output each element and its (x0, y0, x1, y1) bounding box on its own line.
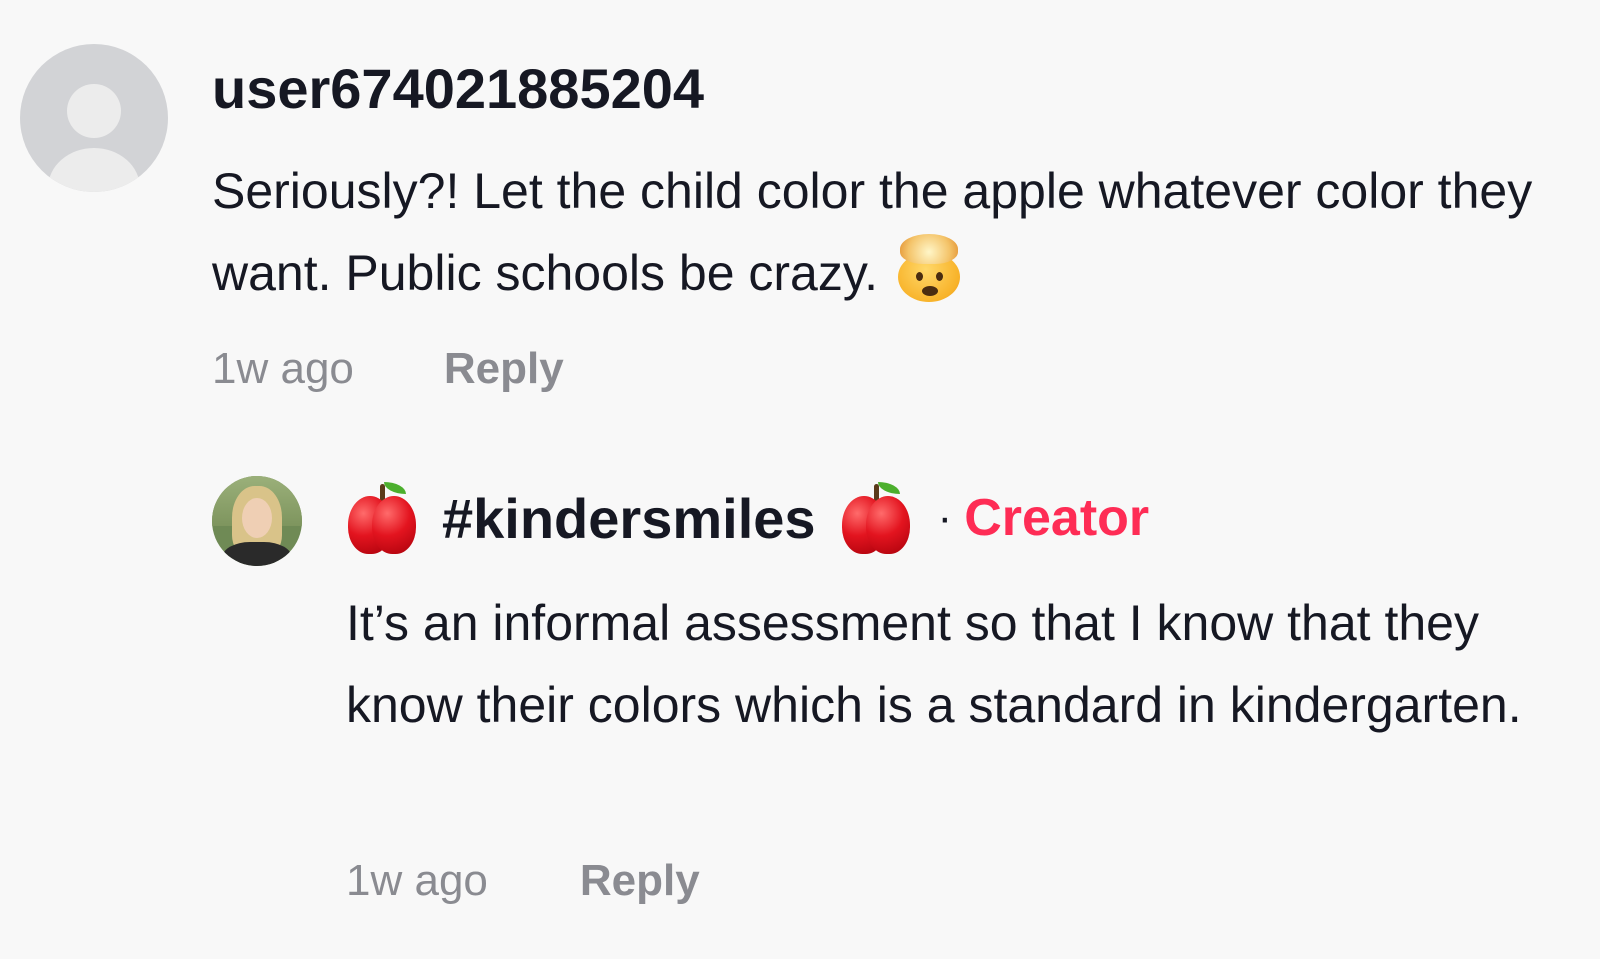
reply-reply-button[interactable]: Reply (580, 856, 700, 906)
creator-avatar[interactable] (212, 476, 302, 566)
reply-timestamp: 1w ago (346, 856, 488, 905)
comment-text: Seriously?! Let the child color the appl… (212, 163, 1533, 301)
comment-username[interactable]: user674021885204 (212, 56, 704, 121)
reply-meta: 1w ago Reply (346, 856, 700, 906)
red-apple-emoji-icon (346, 480, 418, 556)
comment-body: Seriously?! Let the child color the appl… (212, 150, 1552, 314)
comment-reply-button[interactable]: Reply (444, 344, 564, 394)
creator-badge: Creator (964, 489, 1150, 547)
user-avatar-default[interactable] (20, 44, 168, 192)
avatar-head-icon (67, 84, 121, 138)
exploding-head-emoji-icon (892, 232, 964, 302)
comment-meta: 1w ago Reply (212, 344, 564, 394)
avatar-body-icon (48, 148, 140, 192)
reply-header: #kindersmiles · Creator (346, 476, 1149, 560)
comments-panel: user674021885204 Seriously?! Let the chi… (0, 0, 1600, 959)
comment-timestamp: 1w ago (212, 344, 354, 393)
reply-username[interactable]: #kindersmiles (442, 486, 816, 551)
red-apple-emoji-icon (840, 480, 912, 556)
reply-body: It’s an informal assessment so that I kn… (346, 595, 1522, 733)
separator-dot: · (937, 493, 953, 542)
